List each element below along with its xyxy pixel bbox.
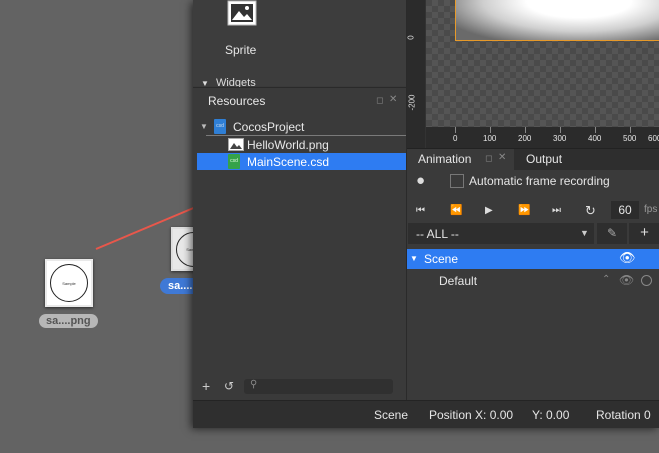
app-window: Sprite ▼ Widgets Resources ◻ ✕ ▼ csd Coc…	[193, 0, 659, 428]
widgets-section-label: Widgets	[215, 78, 256, 87]
node-row-default[interactable]: Default ⌃ 👁	[407, 271, 659, 291]
sprite-label: Sprite	[225, 43, 257, 57]
resources-toolbar: + ↺ ⚲	[193, 376, 406, 398]
default-node-label: Default	[439, 274, 478, 288]
next-frame-icon[interactable]: ⏩	[518, 205, 530, 216]
ruler-x-label-3: 300	[553, 134, 567, 143]
loop-icon[interactable]: ↻	[585, 203, 596, 219]
ruler-y-label-1: -200	[407, 94, 417, 111]
ruler-x-label-6: 600	[648, 134, 659, 143]
resources-title: Resources	[208, 94, 266, 108]
pencil-icon: ✎	[606, 226, 618, 240]
node-row-scene[interactable]: ▼ Scene 👁	[407, 249, 659, 269]
status-object: Scene	[374, 408, 409, 422]
resources-header: Resources ◻ ✕	[193, 87, 406, 114]
tab-output[interactable]: Output	[515, 149, 585, 170]
restore-icon[interactable]: ◻	[376, 95, 383, 106]
tab-output-label: Output	[526, 152, 563, 166]
right-panel-column: 0 -200 0 100 200 300 400 500 600	[406, 0, 659, 400]
add-icon[interactable]: +	[202, 378, 210, 394]
animation-filter-select[interactable]: -- ALL -- ▼	[408, 223, 594, 244]
helloworld-label: HelloWorld.png	[247, 137, 329, 152]
ruler-x-label-1: 100	[483, 134, 497, 143]
status-bar: Scene Position X: 0.00 Y: 0.00 Rotation …	[193, 400, 659, 428]
scene-node-label: Scene	[424, 252, 459, 266]
collapse-triangle-icon: ▼	[201, 79, 209, 87]
animation-panel: ● Automatic frame recording ⏮ ⏪ ▶ ⏩ ⏭ ↻ …	[407, 170, 659, 400]
radio-circle-icon[interactable]	[641, 275, 652, 286]
animation-tabbar: Animation ◻ ✕ Output	[407, 148, 659, 170]
project-icon: csd	[214, 119, 226, 134]
tree-item-helloworld[interactable]: HelloWorld.png	[193, 136, 406, 153]
project-label: CocosProject	[233, 119, 305, 134]
filter-value: -- ALL --	[416, 227, 459, 241]
left-panel-column: Sprite ▼ Widgets Resources ◻ ✕ ▼ csd Coc…	[193, 0, 406, 400]
ruler-y-label-0: 0	[406, 35, 416, 40]
resource-search-input[interactable]: ⚲	[244, 379, 393, 394]
visibility-eye-icon[interactable]: 👁	[619, 250, 636, 266]
ruler-x-label-2: 200	[518, 134, 532, 143]
expand-triangle-icon: ▼	[200, 122, 208, 131]
last-frame-icon[interactable]: ⏭	[552, 205, 561, 216]
prev-frame-icon[interactable]: ⏪	[450, 205, 462, 216]
tab-animation[interactable]: Animation ◻ ✕	[407, 149, 514, 170]
auto-frame-checkbox[interactable]	[450, 174, 464, 188]
status-position-y: Y: 0.00	[532, 408, 570, 422]
fps-input[interactable]: 60	[611, 201, 639, 219]
tree-item-mainscene[interactable]: csd MainScene.csd	[197, 153, 406, 170]
search-icon: ⚲	[250, 379, 258, 390]
edit-button[interactable]: ✎	[597, 223, 627, 244]
tab-restore-icon[interactable]: ◻	[485, 153, 492, 164]
ruler-x-label-5: 500	[623, 134, 637, 143]
scene-canvas[interactable]	[426, 0, 659, 127]
fps-unit-label: fps	[644, 204, 658, 215]
auto-frame-label: Automatic frame recording	[469, 174, 610, 188]
tab-close-icon[interactable]: ✕	[498, 152, 506, 163]
refresh-icon[interactable]: ↺	[224, 379, 234, 393]
ruler-x-label-0: 0	[453, 134, 458, 143]
status-position-x: Position X: 0.00	[429, 408, 514, 422]
csd-file-icon: csd	[228, 154, 240, 169]
ruler-x-label-4: 400	[588, 134, 602, 143]
widgets-section-header[interactable]: ▼ Widgets	[201, 78, 256, 87]
status-rotation: Rotation 0	[596, 408, 651, 422]
close-panel-icon[interactable]: ✕	[389, 94, 397, 105]
expand-triangle-icon: ▼	[410, 254, 418, 263]
ruler-horizontal: 0 100 200 300 400 500 600	[426, 127, 659, 148]
widgets-panel: Sprite ▼ Widgets	[193, 0, 406, 87]
plus-icon: +	[640, 224, 649, 241]
tab-animation-label: Animation	[418, 152, 472, 166]
canvas-scene-frame	[455, 0, 659, 41]
image-icon	[227, 0, 257, 26]
tree-project-row[interactable]: ▼ csd CocosProject	[193, 118, 406, 135]
lock-caret-icon[interactable]: ⌃	[602, 274, 610, 285]
add-animation-button[interactable]: +	[629, 223, 659, 244]
ruler-vertical: 0 -200	[407, 0, 425, 148]
sprite-widget[interactable]	[227, 0, 257, 26]
visibility-eye-icon[interactable]: 👁	[619, 273, 634, 287]
play-icon[interactable]: ▶	[485, 205, 493, 216]
add-keyframe-icon[interactable]: ●	[416, 172, 425, 189]
mainscene-label: MainScene.csd	[247, 154, 330, 169]
chevron-down-icon: ▼	[580, 228, 589, 238]
image-file-icon	[228, 138, 244, 151]
first-frame-icon[interactable]: ⏮	[416, 205, 425, 216]
